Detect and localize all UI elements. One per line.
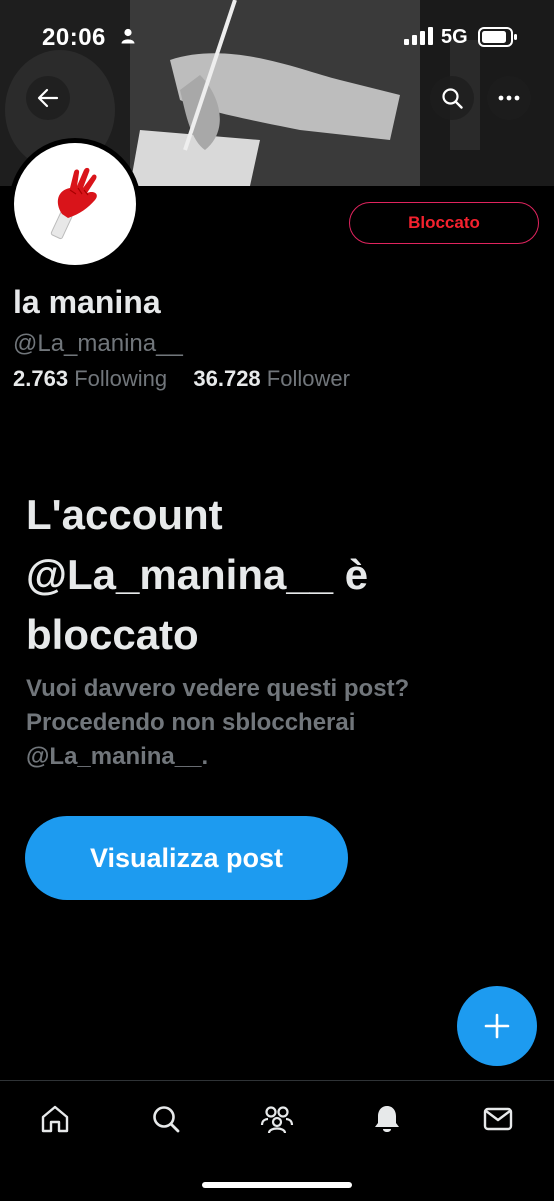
tab-home[interactable] <box>35 1099 75 1139</box>
tab-search[interactable] <box>146 1099 186 1139</box>
blocked-headline: L'account @La_manina__ è bloccato <box>26 491 369 658</box>
more-options-button[interactable] <box>487 76 531 120</box>
messages-envelope-icon <box>483 1107 513 1131</box>
battery-icon <box>478 27 517 47</box>
communities-icon <box>260 1106 294 1134</box>
view-posts-button[interactable]: Visualizza post <box>25 816 348 900</box>
follower-count: 36.728 <box>193 366 261 391</box>
back-arrow-icon <box>37 88 59 108</box>
search-button[interactable] <box>430 76 474 120</box>
blocked-description: Vuoi davvero vedere questi post? Procede… <box>26 675 410 770</box>
status-time: 20:06 <box>42 24 106 51</box>
plus-icon <box>484 1013 510 1039</box>
network-type: 5G <box>441 26 468 48</box>
avatar[interactable] <box>9 138 141 270</box>
blocked-button[interactable]: Bloccato <box>349 202 539 244</box>
hand-clapper-image <box>50 167 97 240</box>
search-icon <box>442 88 463 109</box>
user-handle: @La_manina__ <box>13 330 183 357</box>
person-icon <box>121 28 135 44</box>
display-name: la manina <box>13 284 161 320</box>
following-link[interactable]: 2.763 Following <box>13 366 173 391</box>
tab-notifications[interactable] <box>367 1099 407 1139</box>
compose-post-button[interactable] <box>457 986 537 1066</box>
tab-messages[interactable] <box>478 1099 518 1139</box>
home-indicator <box>202 1182 352 1188</box>
status-bar: 20:06 5G <box>0 0 554 70</box>
home-icon <box>41 1105 69 1133</box>
follower-link[interactable]: 36.728 Follower <box>187 366 350 391</box>
profile-stats: 2.763 Following 36.728 Follower <box>13 366 350 392</box>
back-button[interactable] <box>26 76 70 120</box>
search-icon <box>153 1106 180 1133</box>
more-icon <box>498 95 520 101</box>
following-count: 2.763 <box>13 366 69 391</box>
notifications-bell-icon <box>375 1106 399 1132</box>
follower-label: Follower <box>266 366 350 391</box>
avatar-image <box>14 143 136 265</box>
tab-communities[interactable] <box>257 1099 297 1139</box>
signal-icon <box>404 27 433 45</box>
following-label: Following <box>74 366 168 391</box>
